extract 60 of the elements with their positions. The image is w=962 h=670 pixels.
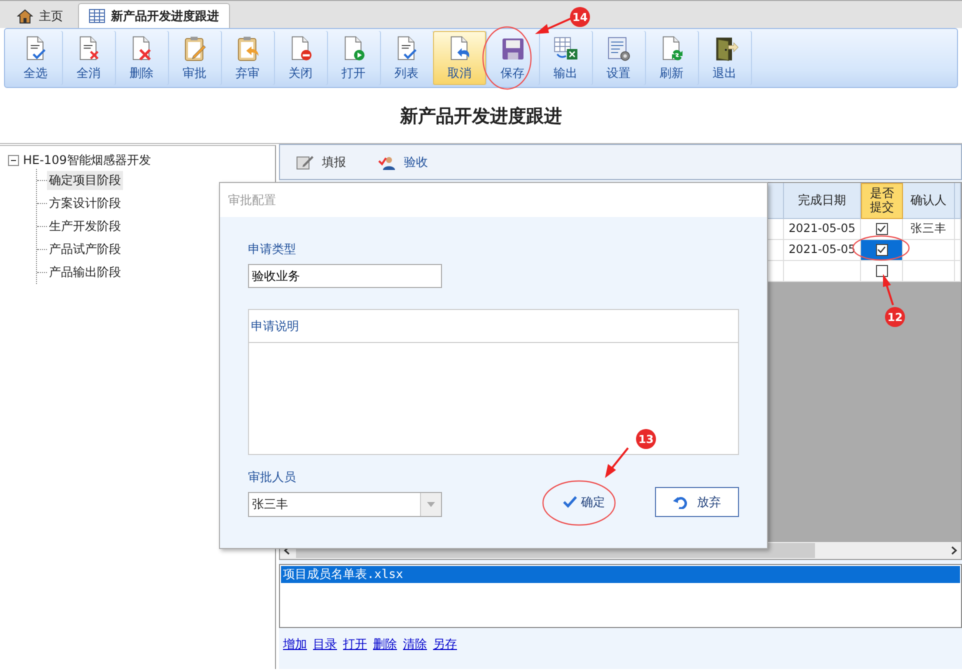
tree-item[interactable]: 产品试产阶段: [47, 240, 123, 259]
toolbar-button[interactable]: 打开: [327, 31, 380, 85]
link[interactable]: 删除: [373, 636, 397, 653]
checkbox[interactable]: [876, 265, 888, 277]
tab[interactable]: 新产品开发进度跟进: [78, 3, 230, 28]
tree-item[interactable]: 方案设计阶段: [47, 194, 123, 213]
column-header[interactable]: 是否提交: [861, 183, 903, 219]
undo-icon: [673, 495, 690, 509]
toolbar-button[interactable]: 设置: [592, 31, 645, 85]
tree-item[interactable]: 确定项目阶段: [47, 171, 123, 190]
link[interactable]: 增加: [283, 636, 307, 653]
toolbar-button[interactable]: 审批: [168, 31, 221, 85]
page-title: 新产品开发进度跟进: [400, 104, 562, 128]
home-icon: [17, 8, 33, 24]
confirm-button[interactable]: 确定: [551, 487, 617, 517]
link[interactable]: 清除: [403, 636, 427, 653]
toolbar-button[interactable]: 验收: [378, 154, 428, 170]
table-export-icon: [552, 34, 580, 62]
link[interactable]: 目录: [313, 636, 337, 653]
toolbar-button[interactable]: 退出: [698, 31, 751, 85]
scroll-right-icon[interactable]: [951, 546, 957, 555]
field-label: 申请说明: [251, 318, 299, 334]
link[interactable]: 打开: [343, 636, 367, 653]
toolbar-button[interactable]: 全选: [9, 31, 62, 85]
toolbar-button[interactable]: 弃审: [221, 31, 274, 85]
toolbar-button[interactable]: 刷新: [645, 31, 698, 85]
field-label: 审批人员: [248, 469, 297, 486]
toolbar-button[interactable]: 全消: [62, 31, 115, 85]
check-icon: [877, 225, 886, 233]
toolbar-button[interactable]: 填报: [296, 154, 346, 170]
pencil-note-icon: [296, 154, 314, 170]
table-icon: [89, 9, 105, 23]
check-icon: [877, 246, 886, 254]
link[interactable]: 另存: [433, 636, 457, 653]
list-item[interactable]: 项目成员名单表.xlsx: [281, 566, 960, 583]
tab[interactable]: 主页: [6, 3, 74, 28]
toolbar-button[interactable]: 列表: [380, 31, 433, 85]
toolbar-button[interactable]: 关闭: [274, 31, 327, 85]
collapse-icon[interactable]: [8, 155, 19, 166]
person-check-icon: [378, 154, 396, 170]
callout-arrow: [883, 274, 894, 306]
dropdown-arrow-icon: [427, 502, 435, 507]
tree-node[interactable]: HE-109智能烟感器开发: [23, 152, 151, 169]
toolbar-button[interactable]: 输出: [539, 31, 592, 85]
cancel-button[interactable]: 放弃: [655, 487, 739, 517]
toolbar-button[interactable]: 保存: [486, 31, 539, 85]
dialog-title: 审批配置: [228, 192, 276, 208]
toolbar-button[interactable]: 取消: [433, 31, 486, 85]
toolbar-button[interactable]: 删除: [115, 31, 168, 85]
input-field[interactable]: 验收业务: [248, 264, 442, 288]
dropdown[interactable]: 张三丰: [248, 492, 442, 517]
tree-item[interactable]: 生产开发阶段: [47, 217, 123, 236]
tree-item[interactable]: 产品输出阶段: [47, 263, 123, 282]
checkbox[interactable]: [876, 244, 888, 256]
callout-arrow: [605, 447, 629, 478]
callout-circle: [482, 26, 532, 90]
checkbox[interactable]: [876, 223, 888, 235]
check-icon: [563, 496, 577, 508]
callout-arrow: [535, 17, 572, 34]
field-label: 申请类型: [248, 241, 297, 258]
